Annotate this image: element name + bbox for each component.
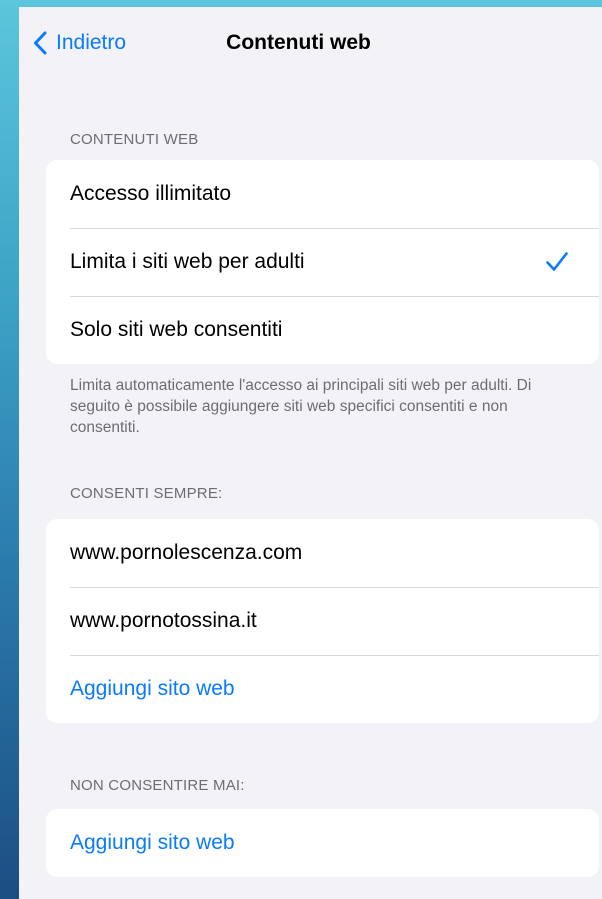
section-header-web-content: CONTENUTI WEB bbox=[70, 131, 199, 148]
page-title: Contenuti web bbox=[226, 31, 371, 54]
settings-screen: Indietro Contenuti web CONTENUTI WEB Acc… bbox=[19, 7, 602, 899]
navigation-bar: Indietro Contenuti web bbox=[19, 7, 602, 79]
add-website-label: Aggiungi sito web bbox=[70, 831, 235, 854]
option-label: Limita i siti web per adulti bbox=[70, 250, 305, 273]
web-content-footer-text: Limita automaticamente l'accesso ai prin… bbox=[70, 377, 532, 436]
option-label: Solo siti web consentiti bbox=[70, 318, 283, 341]
add-website-label: Aggiungi sito web bbox=[70, 677, 235, 700]
allowed-site-item[interactable]: www.pornotossina.it bbox=[46, 587, 599, 655]
section-header-always-allow: CONSENTI SEMPRE: bbox=[70, 485, 223, 502]
option-unrestricted-access[interactable]: Accesso illimitato bbox=[46, 160, 599, 228]
never-allow-group: Aggiungi sito web bbox=[46, 809, 599, 877]
checkmark-icon bbox=[546, 252, 568, 271]
site-url: www.pornotossina.it bbox=[70, 609, 257, 632]
always-allow-group: www.pornolescenza.com www.pornotossina.i… bbox=[46, 519, 599, 723]
add-allowed-website-button[interactable]: Aggiungi sito web bbox=[46, 655, 599, 723]
option-allowed-websites-only[interactable]: Solo siti web consentiti bbox=[46, 296, 599, 364]
site-url: www.pornolescenza.com bbox=[70, 541, 303, 564]
web-content-options-group: Accesso illimitato Limita i siti web per… bbox=[46, 160, 599, 364]
add-blocked-website-button[interactable]: Aggiungi sito web bbox=[46, 809, 599, 877]
option-limit-adult-websites[interactable]: Limita i siti web per adulti bbox=[46, 228, 599, 296]
allowed-site-item[interactable]: www.pornolescenza.com bbox=[46, 519, 599, 587]
section-header-never-allow: NON CONSENTIRE MAI: bbox=[70, 777, 245, 794]
option-label: Accesso illimitato bbox=[70, 182, 232, 205]
